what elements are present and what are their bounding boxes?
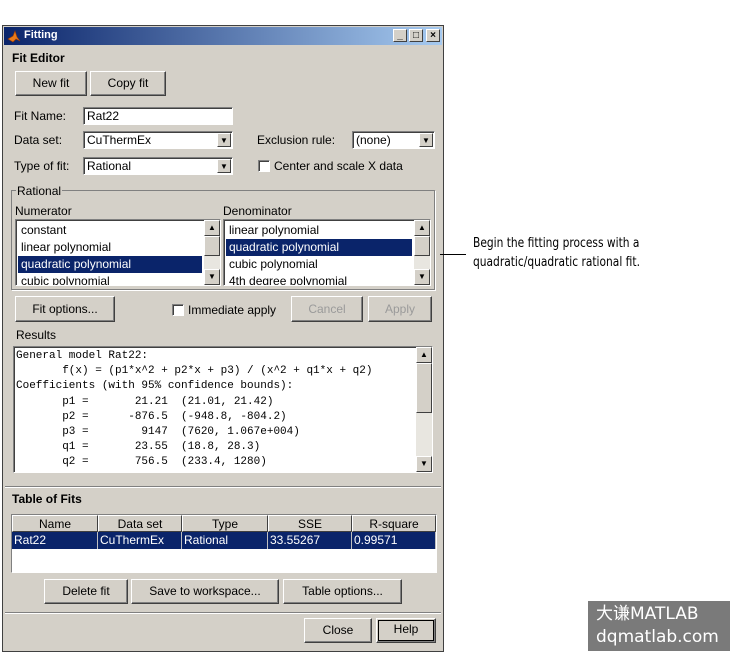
- chevron-down-icon[interactable]: ▼: [419, 133, 433, 147]
- copy-fit-button[interactable]: Copy fit: [90, 71, 166, 96]
- column-header[interactable]: SSE: [268, 515, 352, 532]
- apply-button[interactable]: Apply: [368, 296, 432, 322]
- table-empty-area: [12, 549, 436, 572]
- type-of-fit-value: Rational: [87, 159, 132, 173]
- watermark-line-2: dqmatlab.com: [596, 627, 719, 647]
- numerator-list-item[interactable]: linear polynomial: [18, 239, 202, 256]
- denominator-label: Denominator: [223, 204, 292, 218]
- exclusion-rule-dropdown[interactable]: (none) ▼: [352, 131, 435, 149]
- results-text-area[interactable]: General model Rat22: f(x) = (p1*x^2 + p2…: [13, 346, 433, 473]
- data-set-label: Data set:: [14, 133, 63, 147]
- matlab-logo-icon: [7, 30, 21, 43]
- results-label: Results: [16, 328, 57, 342]
- title-bar[interactable]: Fitting _ □ ×: [4, 27, 442, 45]
- close-button[interactable]: Close: [304, 618, 372, 643]
- table-cell: 0.99571: [352, 532, 436, 549]
- exclusion-rule-label: Exclusion rule:: [257, 133, 336, 147]
- center-scale-label: Center and scale X data: [274, 159, 403, 173]
- numerator-list-item[interactable]: constant: [18, 222, 202, 239]
- callout-line: [440, 254, 466, 255]
- save-to-workspace-button[interactable]: Save to workspace...: [131, 579, 279, 604]
- fits-table: Name Data set Type SSE R-square Rat22 CuTherm…: [11, 514, 437, 573]
- numerator-list[interactable]: constant linear polynomial quadratic polyn…: [15, 219, 221, 286]
- footer-divider: [5, 612, 441, 614]
- denominator-list-item[interactable]: linear polynomial: [226, 222, 412, 239]
- fit-name-input[interactable]: Rat22: [83, 107, 233, 125]
- table-row[interactable]: Rat22 CuThermEx Rational 33.55267 0.99571: [12, 532, 436, 549]
- table-cell: Rat22: [12, 532, 98, 549]
- scroll-down-icon[interactable]: ▼: [414, 269, 430, 285]
- exclusion-rule-value: (none): [356, 133, 391, 147]
- chevron-down-icon[interactable]: ▼: [217, 159, 231, 173]
- maximize-button[interactable]: □: [409, 29, 423, 42]
- scroll-down-icon[interactable]: ▼: [416, 456, 432, 472]
- denominator-list[interactable]: linear polynomial quadratic polynomial cub…: [223, 219, 431, 286]
- scroll-thumb[interactable]: [414, 236, 430, 256]
- denominator-scrollbar[interactable]: ▲ ▼: [414, 220, 430, 285]
- watermark: 大谦MATLAB dqmatlab.com: [588, 601, 730, 651]
- column-header[interactable]: Data set: [98, 515, 182, 532]
- new-fit-button[interactable]: New fit: [15, 71, 87, 96]
- fit-options-button[interactable]: Fit options...: [15, 296, 115, 322]
- column-header[interactable]: R-square: [352, 515, 436, 532]
- table-cell: Rational: [182, 532, 268, 549]
- numerator-scrollbar[interactable]: ▲ ▼: [204, 220, 220, 285]
- data-set-dropdown[interactable]: CuThermEx ▼: [83, 131, 233, 149]
- denominator-list-item[interactable]: 4th degree polynomial: [226, 273, 412, 285]
- scroll-thumb[interactable]: [416, 363, 432, 413]
- numerator-label: Numerator: [15, 204, 72, 218]
- fitting-window: Fitting _ □ × Fit Editor New fit Copy fi…: [2, 25, 444, 652]
- section-divider: [5, 486, 441, 488]
- watermark-line-1: 大谦MATLAB: [596, 604, 699, 624]
- rational-group-label: Rational: [16, 184, 63, 198]
- fit-editor-heading: Fit Editor: [12, 51, 65, 65]
- table-options-button[interactable]: Table options...: [283, 579, 402, 604]
- minimize-button[interactable]: _: [393, 29, 407, 42]
- column-header[interactable]: Name: [12, 515, 98, 532]
- help-button[interactable]: Help: [376, 618, 436, 643]
- fit-name-label: Fit Name:: [14, 109, 67, 123]
- denominator-list-item[interactable]: cubic polynomial: [226, 256, 412, 273]
- scroll-up-icon[interactable]: ▲: [204, 220, 220, 236]
- window-title: Fitting: [24, 29, 58, 41]
- numerator-list-item[interactable]: quadratic polynomial: [18, 256, 202, 273]
- cancel-button[interactable]: Cancel: [291, 296, 363, 322]
- close-window-button[interactable]: ×: [426, 29, 440, 42]
- scroll-thumb[interactable]: [204, 236, 220, 256]
- immediate-apply-label: Immediate apply: [188, 303, 277, 317]
- delete-fit-button[interactable]: Delete fit: [44, 579, 128, 604]
- annotation-line-2: quadratic/quadratic rational fit.: [473, 255, 640, 270]
- type-of-fit-dropdown[interactable]: Rational ▼: [83, 157, 233, 175]
- annotation-text: Begin the fitting process with a quadrat…: [473, 234, 640, 272]
- table-of-fits-heading: Table of Fits: [12, 492, 82, 506]
- data-set-value: CuThermEx: [87, 133, 152, 147]
- scroll-up-icon[interactable]: ▲: [414, 220, 430, 236]
- numerator-list-item[interactable]: cubic polynomial: [18, 273, 202, 285]
- column-header[interactable]: Type: [182, 515, 268, 532]
- chevron-down-icon[interactable]: ▼: [217, 133, 231, 147]
- denominator-list-item[interactable]: quadratic polynomial: [226, 239, 412, 256]
- type-of-fit-label: Type of fit:: [14, 159, 70, 173]
- table-cell: CuThermEx: [98, 532, 182, 549]
- results-text: General model Rat22: f(x) = (p1*x^2 + p2…: [16, 350, 373, 469]
- scroll-up-icon[interactable]: ▲: [416, 347, 432, 363]
- annotation-line-1: Begin the fitting process with a: [473, 236, 640, 251]
- table-cell: 33.55267: [268, 532, 352, 549]
- immediate-apply-checkbox[interactable]: [172, 304, 184, 316]
- scroll-down-icon[interactable]: ▼: [204, 269, 220, 285]
- results-scrollbar[interactable]: ▲ ▼: [416, 347, 432, 472]
- center-scale-checkbox[interactable]: [258, 160, 270, 172]
